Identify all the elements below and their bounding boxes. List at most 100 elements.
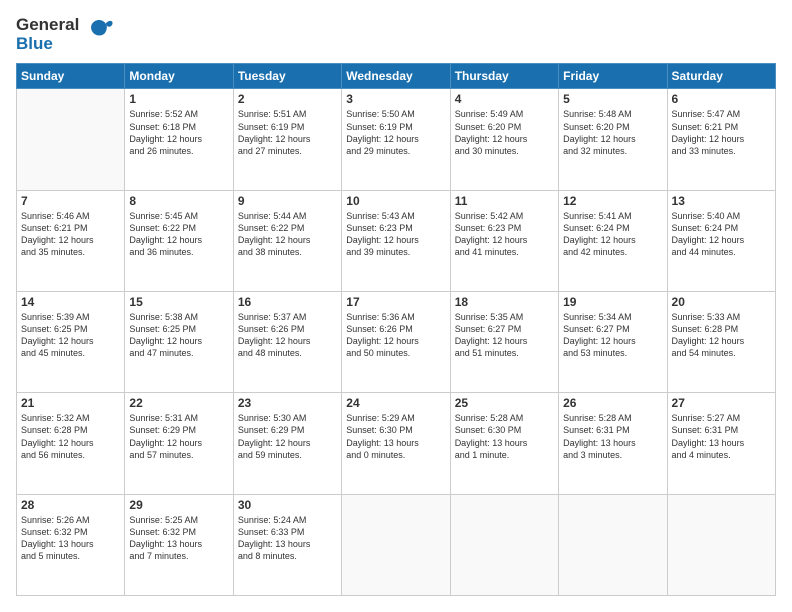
logo-bird-icon bbox=[84, 15, 114, 50]
day-info: Sunrise: 5:49 AM Sunset: 6:20 PM Dayligh… bbox=[455, 108, 554, 157]
calendar-cell: 30 Sunrise: 5:24 AM Sunset: 6:33 PM Dayli… bbox=[233, 494, 341, 595]
calendar-cell: 26 Sunrise: 5:28 AM Sunset: 6:31 PM Dayli… bbox=[559, 393, 667, 494]
logo: General Blue bbox=[16, 16, 114, 53]
day-info: Sunrise: 5:35 AM Sunset: 6:27 PM Dayligh… bbox=[455, 311, 554, 360]
calendar-cell: 11 Sunrise: 5:42 AM Sunset: 6:23 PM Dayli… bbox=[450, 190, 558, 291]
day-info: Sunrise: 5:39 AM Sunset: 6:25 PM Dayligh… bbox=[21, 311, 120, 360]
calendar-cell: 16Sunrise: 5:37 AM Sunset: 6:26 PM Dayli… bbox=[233, 292, 341, 393]
calendar-cell: 25 Sunrise: 5:28 AM Sunset: 6:30 PM Dayli… bbox=[450, 393, 558, 494]
week-row-3: 14 Sunrise: 5:39 AM Sunset: 6:25 PM Dayli… bbox=[17, 292, 776, 393]
day-info: Sunrise: 5:36 AM Sunset: 6:26 PM Dayligh… bbox=[346, 311, 445, 360]
calendar-cell: 24Sunrise: 5:29 AM Sunset: 6:30 PM Dayli… bbox=[342, 393, 450, 494]
day-info: Sunrise: 5:40 AM Sunset: 6:24 PM Dayligh… bbox=[672, 210, 771, 259]
day-number: 12 bbox=[563, 194, 662, 208]
day-number: 9 bbox=[238, 194, 337, 208]
calendar-cell: 6 Sunrise: 5:47 AM Sunset: 6:21 PM Daylig… bbox=[667, 89, 775, 190]
day-number: 6 bbox=[672, 92, 771, 106]
day-info: Sunrise: 5:28 AM Sunset: 6:30 PM Dayligh… bbox=[455, 412, 554, 461]
day-info: Sunrise: 5:33 AM Sunset: 6:28 PM Dayligh… bbox=[672, 311, 771, 360]
calendar-cell: 21Sunrise: 5:32 AM Sunset: 6:28 PM Dayli… bbox=[17, 393, 125, 494]
day-number: 23 bbox=[238, 396, 337, 410]
day-number: 7 bbox=[21, 194, 120, 208]
calendar-cell bbox=[342, 494, 450, 595]
day-info: Sunrise: 5:30 AM Sunset: 6:29 PM Dayligh… bbox=[238, 412, 337, 461]
calendar-cell: 3 Sunrise: 5:50 AM Sunset: 6:19 PM Daylig… bbox=[342, 89, 450, 190]
day-number: 29 bbox=[129, 498, 228, 512]
logo-general: General bbox=[16, 16, 79, 35]
day-info: Sunrise: 5:27 AM Sunset: 6:31 PM Dayligh… bbox=[672, 412, 771, 461]
day-number: 8 bbox=[129, 194, 228, 208]
day-info: Sunrise: 5:45 AM Sunset: 6:22 PM Dayligh… bbox=[129, 210, 228, 259]
day-info: Sunrise: 5:38 AM Sunset: 6:25 PM Dayligh… bbox=[129, 311, 228, 360]
calendar-cell: 10Sunrise: 5:43 AM Sunset: 6:23 PM Dayli… bbox=[342, 190, 450, 291]
calendar-cell: 14 Sunrise: 5:39 AM Sunset: 6:25 PM Dayli… bbox=[17, 292, 125, 393]
day-number: 11 bbox=[455, 194, 554, 208]
weekday-header-wednesday: Wednesday bbox=[342, 64, 450, 89]
day-info: Sunrise: 5:28 AM Sunset: 6:31 PM Dayligh… bbox=[563, 412, 662, 461]
day-number: 17 bbox=[346, 295, 445, 309]
calendar-cell: 20 Sunrise: 5:33 AM Sunset: 6:28 PM Dayli… bbox=[667, 292, 775, 393]
day-number: 19 bbox=[563, 295, 662, 309]
calendar-cell: 18 Sunrise: 5:35 AM Sunset: 6:27 PM Dayli… bbox=[450, 292, 558, 393]
day-info: Sunrise: 5:47 AM Sunset: 6:21 PM Dayligh… bbox=[672, 108, 771, 157]
day-info: Sunrise: 5:42 AM Sunset: 6:23 PM Dayligh… bbox=[455, 210, 554, 259]
day-number: 13 bbox=[672, 194, 771, 208]
day-number: 1 bbox=[129, 92, 228, 106]
week-row-4: 21Sunrise: 5:32 AM Sunset: 6:28 PM Dayli… bbox=[17, 393, 776, 494]
day-info: Sunrise: 5:26 AM Sunset: 6:32 PM Dayligh… bbox=[21, 514, 120, 563]
day-number: 21 bbox=[21, 396, 120, 410]
calendar-cell bbox=[559, 494, 667, 595]
day-info: Sunrise: 5:46 AM Sunset: 6:21 PM Dayligh… bbox=[21, 210, 120, 259]
day-info: Sunrise: 5:25 AM Sunset: 6:32 PM Dayligh… bbox=[129, 514, 228, 563]
header: General Blue bbox=[16, 16, 776, 53]
page: General Blue SundayMondayTuesdayWednesda… bbox=[0, 0, 792, 612]
calendar-cell: 5Sunrise: 5:48 AM Sunset: 6:20 PM Daylig… bbox=[559, 89, 667, 190]
day-number: 5 bbox=[563, 92, 662, 106]
calendar-cell: 8 Sunrise: 5:45 AM Sunset: 6:22 PM Daylig… bbox=[125, 190, 233, 291]
logo-blue: Blue bbox=[16, 35, 79, 54]
day-number: 30 bbox=[238, 498, 337, 512]
day-info: Sunrise: 5:41 AM Sunset: 6:24 PM Dayligh… bbox=[563, 210, 662, 259]
day-number: 15 bbox=[129, 295, 228, 309]
day-number: 4 bbox=[455, 92, 554, 106]
calendar-cell: 1 Sunrise: 5:52 AM Sunset: 6:18 PM Daylig… bbox=[125, 89, 233, 190]
calendar-cell: 7 Sunrise: 5:46 AM Sunset: 6:21 PM Daylig… bbox=[17, 190, 125, 291]
calendar-cell bbox=[450, 494, 558, 595]
day-number: 3 bbox=[346, 92, 445, 106]
weekday-header-tuesday: Tuesday bbox=[233, 64, 341, 89]
weekday-header-friday: Friday bbox=[559, 64, 667, 89]
day-info: Sunrise: 5:50 AM Sunset: 6:19 PM Dayligh… bbox=[346, 108, 445, 157]
calendar-cell: 4 Sunrise: 5:49 AM Sunset: 6:20 PM Daylig… bbox=[450, 89, 558, 190]
day-info: Sunrise: 5:52 AM Sunset: 6:18 PM Dayligh… bbox=[129, 108, 228, 157]
week-row-1: 1 Sunrise: 5:52 AM Sunset: 6:18 PM Daylig… bbox=[17, 89, 776, 190]
weekday-header-thursday: Thursday bbox=[450, 64, 558, 89]
day-info: Sunrise: 5:37 AM Sunset: 6:26 PM Dayligh… bbox=[238, 311, 337, 360]
day-number: 22 bbox=[129, 396, 228, 410]
day-number: 2 bbox=[238, 92, 337, 106]
day-number: 20 bbox=[672, 295, 771, 309]
day-number: 10 bbox=[346, 194, 445, 208]
day-number: 18 bbox=[455, 295, 554, 309]
calendar-cell: 17 Sunrise: 5:36 AM Sunset: 6:26 PM Dayli… bbox=[342, 292, 450, 393]
calendar-cell: 27 Sunrise: 5:27 AM Sunset: 6:31 PM Dayli… bbox=[667, 393, 775, 494]
week-row-2: 7 Sunrise: 5:46 AM Sunset: 6:21 PM Daylig… bbox=[17, 190, 776, 291]
calendar-cell: 29 Sunrise: 5:25 AM Sunset: 6:32 PM Dayli… bbox=[125, 494, 233, 595]
day-number: 26 bbox=[563, 396, 662, 410]
day-number: 25 bbox=[455, 396, 554, 410]
day-info: Sunrise: 5:24 AM Sunset: 6:33 PM Dayligh… bbox=[238, 514, 337, 563]
calendar-cell: 12 Sunrise: 5:41 AM Sunset: 6:24 PM Dayli… bbox=[559, 190, 667, 291]
weekday-header-saturday: Saturday bbox=[667, 64, 775, 89]
calendar-table: SundayMondayTuesdayWednesdayThursdayFrid… bbox=[16, 63, 776, 596]
weekday-header-sunday: Sunday bbox=[17, 64, 125, 89]
calendar-cell bbox=[17, 89, 125, 190]
calendar-cell: 28Sunrise: 5:26 AM Sunset: 6:32 PM Dayli… bbox=[17, 494, 125, 595]
day-number: 14 bbox=[21, 295, 120, 309]
weekday-header-monday: Monday bbox=[125, 64, 233, 89]
calendar-cell: 19Sunrise: 5:34 AM Sunset: 6:27 PM Dayli… bbox=[559, 292, 667, 393]
calendar-cell: 15 Sunrise: 5:38 AM Sunset: 6:25 PM Dayli… bbox=[125, 292, 233, 393]
weekday-header-row: SundayMondayTuesdayWednesdayThursdayFrid… bbox=[17, 64, 776, 89]
day-number: 27 bbox=[672, 396, 771, 410]
calendar-cell: 9Sunrise: 5:44 AM Sunset: 6:22 PM Daylig… bbox=[233, 190, 341, 291]
calendar-cell: 2Sunrise: 5:51 AM Sunset: 6:19 PM Daylig… bbox=[233, 89, 341, 190]
calendar-cell: 22Sunrise: 5:31 AM Sunset: 6:29 PM Dayli… bbox=[125, 393, 233, 494]
